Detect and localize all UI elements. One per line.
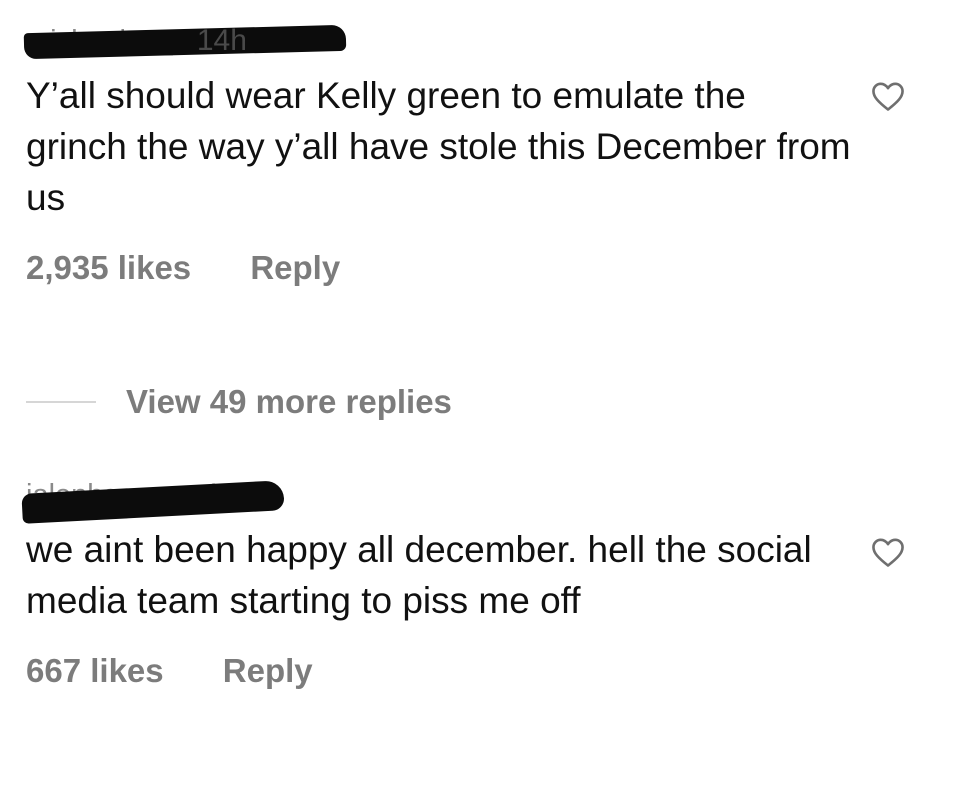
comment-actions: 667 likes Reply xyxy=(26,652,906,690)
reply-button[interactable]: Reply xyxy=(250,249,340,286)
heart-outline-icon[interactable] xyxy=(870,536,906,568)
username[interactable]: jalenbsavage xyxy=(21,479,285,524)
username[interactable]: michaelv__5 xyxy=(23,24,347,60)
view-more-replies-button[interactable]: View 49 more replies xyxy=(26,380,452,424)
comment: michaelv__5 14h Y’all should wear Kelly … xyxy=(23,24,906,287)
comment: jalenbsavage 14h we aint been happy all … xyxy=(21,478,906,690)
comment-text: Y’all should wear Kelly green to emulate… xyxy=(26,75,851,218)
heart-outline-icon[interactable] xyxy=(870,80,906,112)
comment-text: we aint been happy all december. hell th… xyxy=(26,529,812,621)
reply-button[interactable]: Reply xyxy=(223,652,313,689)
likes-count[interactable]: 667 likes xyxy=(26,652,164,689)
comment-meta: jalenbsavage 14h xyxy=(21,478,906,524)
divider-line xyxy=(26,401,96,403)
timestamp: 14h xyxy=(196,24,247,57)
comment-actions: 2,935 likes Reply xyxy=(26,249,906,287)
likes-count[interactable]: 2,935 likes xyxy=(26,249,191,286)
view-more-replies-label: View 49 more replies xyxy=(126,383,452,420)
comment-meta: michaelv__5 14h xyxy=(23,24,906,66)
